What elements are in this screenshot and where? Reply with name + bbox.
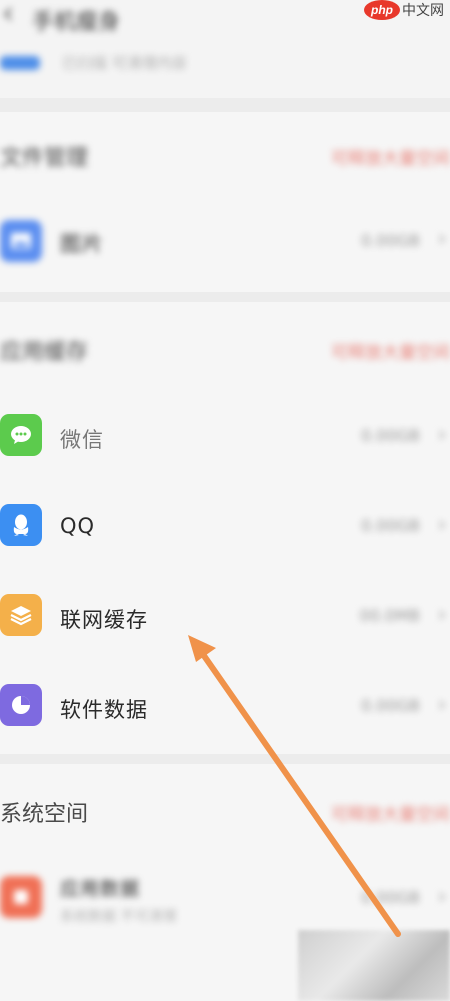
chevron-right-icon: › [438,692,446,716]
chevron-right-icon: › [438,602,446,626]
row-sublabel-system-app: 系统数据 不可清理 [60,909,177,925]
row-size-app-data: 0.00GB [361,696,420,715]
row-label-web-cache: 联网缓存 [60,608,148,632]
qq-penguin-icon [0,504,42,546]
row-label-wechat: 微信 [60,428,104,452]
layers-icon [0,594,42,636]
pie-chart-icon [0,684,42,726]
back-icon[interactable]: ‹ [2,0,14,31]
row-label-system-app: 应用数据 [60,878,141,900]
chevron-right-icon: › [438,512,446,536]
row-label-app-data: 软件数据 [60,698,148,722]
row-pictures[interactable]: 图片 0.00GB › [0,220,450,280]
section-title-system-space: 系统空间 [0,802,89,827]
app-cache-card: 应用缓存 可释放大量空间 微信 0.00GB › QQ 0.00GB › 联网缓… [0,302,450,754]
row-size-system-app: 0.00GB [361,888,420,907]
row-web-cache[interactable]: 联网缓存 00.0MB › [0,594,450,642]
site-watermark: php 中文网 [364,0,450,20]
page-title: 手机瘦身 [32,10,121,35]
scan-badge [0,56,40,70]
section-link-system-space[interactable]: 可释放大量空间 [331,800,450,825]
scan-subtitle: 已扫描 可清理内容 [62,54,187,72]
chevron-right-icon: › [438,884,446,908]
row-label-qq: QQ [60,514,96,538]
watermark-site-text: 中文网 [402,3,444,19]
wechat-icon [0,414,42,456]
row-size-wechat: 0.00GB [361,426,420,445]
chevron-right-icon: › [438,422,446,446]
system-icon [0,876,42,918]
corner-watermark [298,930,450,1001]
file-management-card: 文件管理 可释放大量空间 图片 0.00GB › [0,112,450,292]
chevron-right-icon: › [438,226,446,250]
image-icon [0,220,42,262]
php-logo-text: php [371,3,393,17]
row-size-web-cache: 00.0MB [359,606,420,625]
row-size-pictures: 0.00GB [361,231,420,250]
php-logo-icon: php [364,0,400,20]
row-app-data[interactable]: 软件数据 0.00GB › [0,684,450,732]
row-label-pictures: 图片 [60,232,104,256]
section-link-file-management[interactable]: 可释放大量空间 [331,144,450,169]
section-title-file-management: 文件管理 [0,146,89,171]
row-system-app[interactable]: 应用数据 系统数据 不可清理 0.00GB › [0,874,450,938]
section-link-app-cache[interactable]: 可释放大量空间 [331,338,450,363]
row-wechat[interactable]: 微信 0.00GB › [0,414,450,462]
row-size-qq: 0.00GB [361,516,420,535]
row-qq[interactable]: QQ 0.00GB › [0,504,450,552]
section-title-app-cache: 应用缓存 [0,340,89,365]
